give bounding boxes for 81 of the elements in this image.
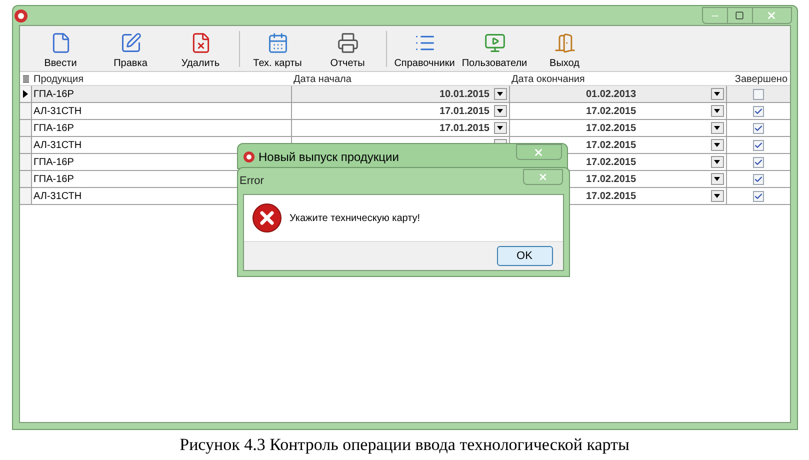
caret-icon (714, 160, 720, 164)
dropdown-button[interactable] (710, 190, 724, 202)
dropdown-button[interactable] (710, 105, 724, 117)
maximize-icon (735, 11, 744, 20)
dropdown-button[interactable] (710, 122, 724, 134)
close-icon (766, 10, 777, 21)
table-cell-text: АЛ-31СТН (34, 104, 82, 118)
error-message: Укажите техническую карту! (290, 212, 420, 226)
dialog-title: Новый выпуск продукции (258, 149, 399, 166)
pen-icon (120, 32, 142, 54)
toolbar-button[interactable]: Справочники (390, 27, 460, 71)
table-cell-text: ГПА-16Р (34, 172, 74, 186)
column-chooser-icon (22, 74, 28, 82)
column-header: Дата окончания (512, 74, 585, 85)
table-cell-text: 17.01.2015 (439, 122, 490, 136)
table-cell-text: АЛ-31СТН (34, 190, 82, 204)
caret-icon (714, 177, 720, 181)
table-cell-text: 01.02.2013 (586, 88, 636, 102)
close-button[interactable] (522, 169, 562, 185)
table-cell-text: АЛ-31СТН (34, 138, 82, 152)
table-cell-text: 17.02.2015 (586, 156, 636, 170)
table-cell-text: 17.02.2015 (586, 190, 636, 204)
dropdown-button[interactable] (710, 88, 724, 100)
table-cell-text: 10.01.2015 (439, 88, 490, 102)
caret-icon (497, 126, 503, 130)
table-cell-text: ГПА-16Р (34, 88, 74, 102)
caret-icon (714, 109, 720, 113)
close-icon (538, 172, 548, 182)
checkbox[interactable] (752, 140, 764, 150)
toolbar-button[interactable]: Выход (530, 27, 600, 71)
row-pointer-icon (22, 90, 28, 98)
dropdown-button[interactable] (494, 105, 506, 117)
table-row[interactable]: ГПА-16Р 17.01.2015 17.02.2015 (20, 120, 790, 137)
figure-caption: Рисунок 4.3 Контроль операции ввода технологической карты (180, 434, 630, 456)
close-button[interactable] (516, 144, 562, 160)
table-cell-text: 17.01.2015 (439, 104, 490, 118)
toolbar-button[interactable]: Тех. карты (242, 27, 312, 71)
dropdown-button[interactable] (494, 88, 506, 100)
table-cell-text: ГПА-16Р (34, 156, 74, 170)
dialog-title: Error (240, 174, 264, 189)
dropdown-button[interactable] (710, 173, 724, 185)
caret-icon (714, 194, 720, 198)
table-cell-text: 17.02.2015 (586, 104, 636, 118)
table-row[interactable]: ГПА-16Р 10.01.2015 01.02.2013 (20, 86, 790, 103)
toolbar-button[interactable]: Отчеты (312, 27, 382, 71)
table-cell-text: ГПА-16Р (34, 122, 74, 136)
caret-icon (497, 92, 503, 96)
checkbox[interactable] (752, 174, 764, 184)
checkbox[interactable] (752, 122, 764, 134)
close-icon (533, 146, 544, 158)
ok-button[interactable]: OK (496, 246, 552, 266)
checkbox[interactable] (752, 156, 764, 168)
caret-icon (714, 126, 720, 130)
checkbox[interactable] (752, 106, 764, 116)
toolbar-button[interactable]: Пользователи (460, 27, 530, 71)
checkbox[interactable] (752, 190, 764, 202)
column-header: Продукция (34, 74, 84, 85)
error-icon (252, 203, 282, 233)
monitor-icon (484, 32, 506, 54)
column-header: Дата начала (294, 74, 352, 85)
table-row[interactable]: АЛ-31СТН 17.01.2015 17.02.2015 (20, 103, 790, 120)
caret-icon (497, 109, 503, 113)
toolbar-button[interactable]: Правка (96, 27, 166, 71)
caret-icon (714, 92, 720, 96)
dropdown-button[interactable] (710, 139, 724, 151)
table-cell-text: 17.02.2015 (586, 138, 636, 152)
table-cell-text: 17.02.2015 (586, 122, 636, 136)
toolbar-button[interactable]: Ввести (26, 27, 96, 71)
table-cell-text: 17.02.2015 (586, 172, 636, 186)
checkbox[interactable] (752, 88, 764, 100)
row-header[interactable] (20, 86, 32, 102)
door-icon (554, 32, 576, 54)
dropdown-button[interactable] (494, 122, 506, 134)
dropdown-button[interactable] (710, 156, 724, 168)
app-icon (14, 8, 28, 22)
caret-icon (714, 143, 720, 147)
toolbar-button[interactable]: Удалить (166, 27, 236, 71)
app-icon (242, 151, 254, 163)
calendar-icon (266, 32, 288, 54)
column-header: Завершено (734, 73, 788, 85)
printer-icon (336, 32, 358, 54)
